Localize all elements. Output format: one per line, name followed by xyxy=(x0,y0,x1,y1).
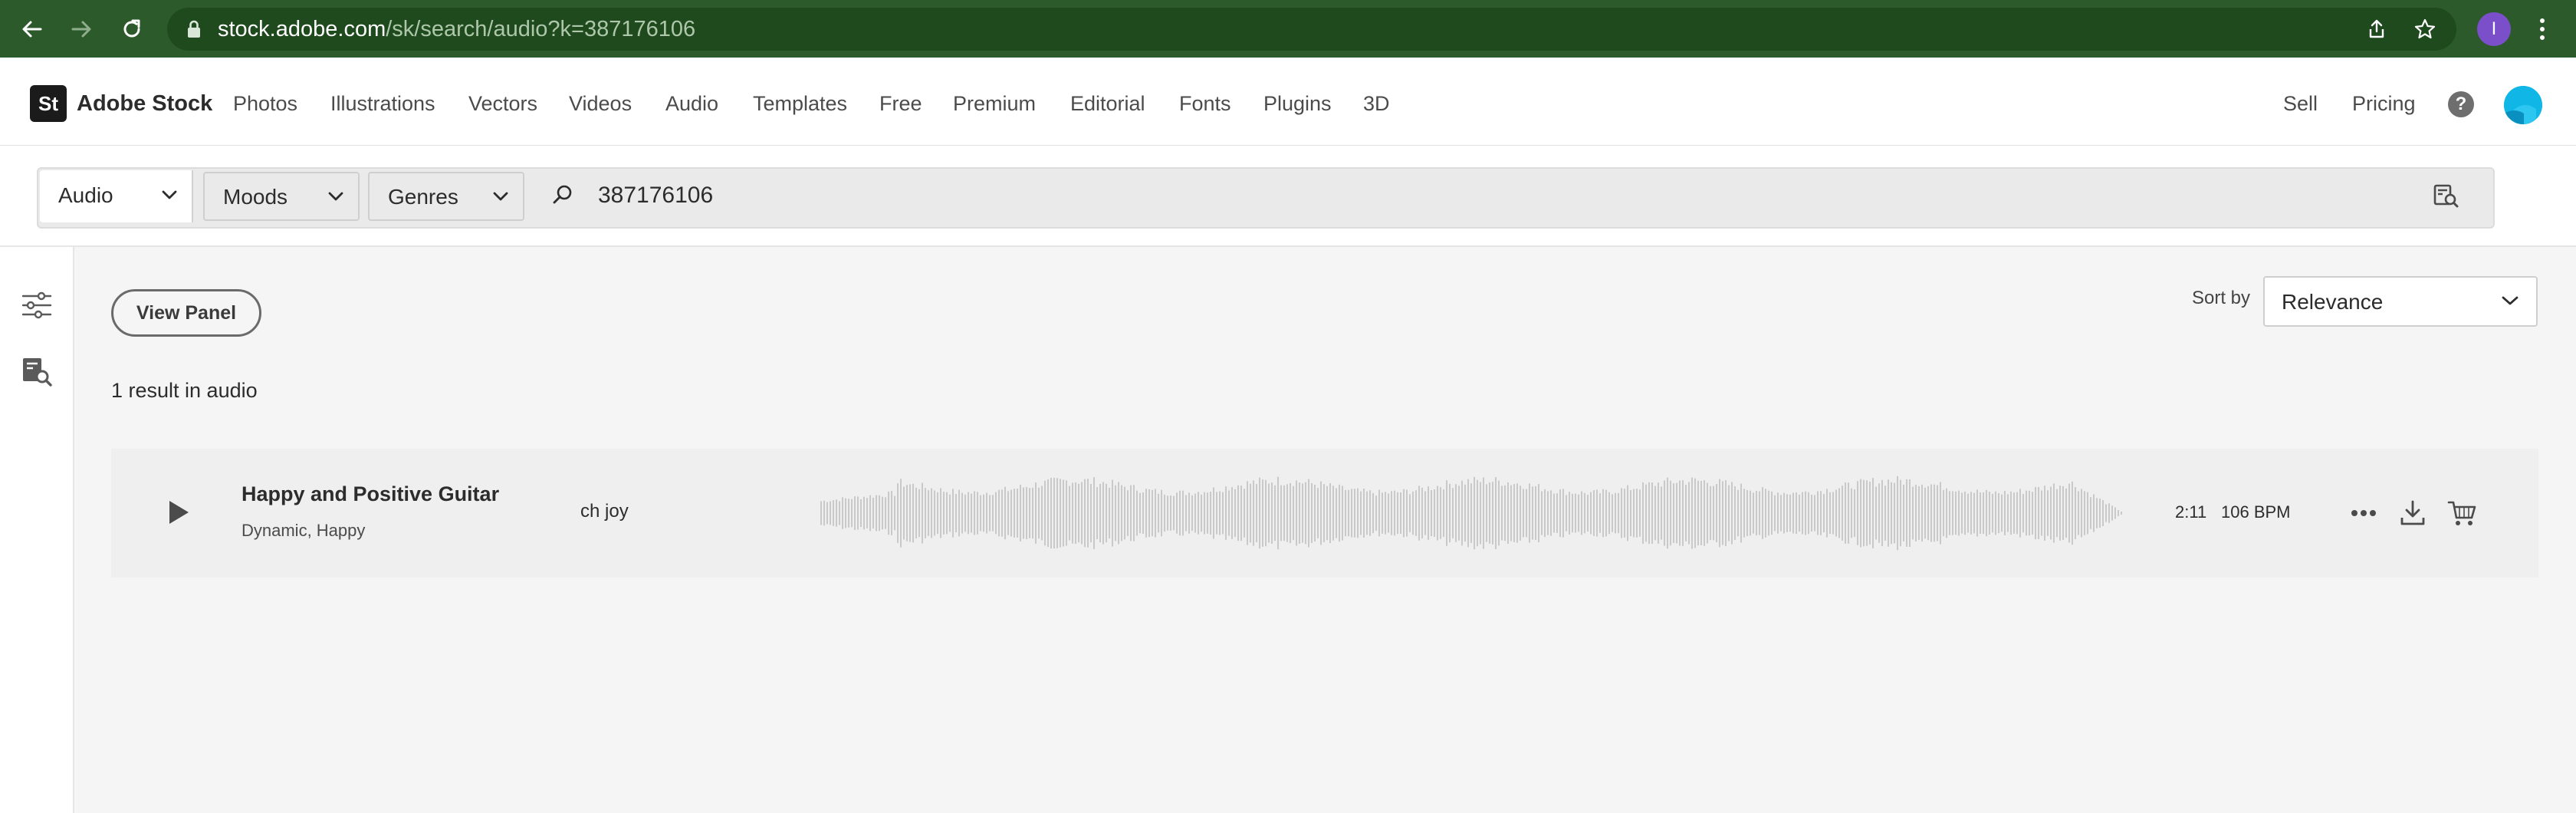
chevron-down-icon xyxy=(493,192,508,201)
result-count: 1 result in audio xyxy=(111,379,258,402)
arrow-left-icon xyxy=(22,21,42,38)
profile-avatar[interactable]: I xyxy=(2477,12,2511,46)
track-bpm: 106 BPM xyxy=(2221,502,2291,522)
nav-videos[interactable]: Videos xyxy=(569,88,632,119)
url-text: stock.adobe.com/sk/search/audio?k=387176… xyxy=(218,17,695,41)
more-options-button[interactable] xyxy=(2344,493,2384,533)
waveform[interactable] xyxy=(820,472,2123,555)
chevron-down-icon xyxy=(328,192,343,201)
play-icon[interactable] xyxy=(166,499,191,526)
logo-text[interactable]: Adobe Stock xyxy=(77,88,212,119)
cart-icon xyxy=(2447,501,2476,525)
nav-templates[interactable]: Templates xyxy=(753,88,847,119)
track-title[interactable]: Happy and Positive Guitar xyxy=(242,482,499,506)
track-tags: Dynamic, Happy xyxy=(242,521,366,540)
chevron-down-icon xyxy=(2502,296,2518,305)
add-to-cart-button[interactable] xyxy=(2442,493,2482,533)
genres-dropdown[interactable]: Genres xyxy=(368,172,524,221)
nav-audio[interactable]: Audio xyxy=(665,88,718,119)
chevron-down-icon xyxy=(162,190,177,199)
nav-editorial[interactable]: Editorial xyxy=(1070,88,1145,119)
nav-vectors[interactable]: Vectors xyxy=(468,88,537,119)
filter-sliders-icon[interactable] xyxy=(21,291,52,319)
search-area: Audio Moods Genres 387176106 xyxy=(0,146,2576,247)
search-bar: Audio Moods Genres 387176106 xyxy=(37,167,2495,229)
reload-button[interactable] xyxy=(112,9,152,49)
account-avatar[interactable] xyxy=(2504,86,2542,124)
sell-link[interactable]: Sell xyxy=(2283,88,2318,119)
pricing-link[interactable]: Pricing xyxy=(2352,88,2416,119)
kebab-menu-icon[interactable] xyxy=(2538,17,2547,41)
search-input[interactable]: 387176106 xyxy=(598,183,713,209)
reload-icon xyxy=(123,19,140,38)
sort-dropdown[interactable]: Relevance xyxy=(2263,276,2538,327)
nav-plugins[interactable]: Plugins xyxy=(1263,88,1332,119)
visual-search-icon[interactable] xyxy=(2432,183,2459,210)
nav-free[interactable]: Free xyxy=(879,88,922,119)
track-duration: 2:11 xyxy=(2175,502,2207,522)
share-icon[interactable] xyxy=(2366,18,2387,40)
moods-dropdown[interactable]: Moods xyxy=(203,172,360,221)
download-icon xyxy=(2400,500,2425,525)
more-icon xyxy=(2351,510,2376,516)
nav-illustrations[interactable]: Illustrations xyxy=(330,88,435,119)
address-bar[interactable]: stock.adobe.com/sk/search/audio?k=387176… xyxy=(167,8,2456,51)
download-button[interactable] xyxy=(2393,493,2433,533)
url-path: /sk/search/audio?k=387176106 xyxy=(386,17,696,41)
audio-result-row[interactable]: Happy and Positive Guitar Dynamic, Happy… xyxy=(111,449,2538,578)
star-icon[interactable] xyxy=(2413,18,2436,41)
nav-fonts[interactable]: Fonts xyxy=(1179,88,1231,119)
category-dropdown-label: Audio xyxy=(58,183,113,207)
search-icon xyxy=(553,185,572,204)
moods-dropdown-label: Moods xyxy=(223,185,288,209)
sort-value: Relevance xyxy=(2282,290,2384,314)
site-header: St Adobe Stock Photos Illustrations Vect… xyxy=(0,58,2576,146)
nav-3d[interactable]: 3D xyxy=(1363,88,1390,119)
genres-dropdown-label: Genres xyxy=(388,185,458,209)
back-button[interactable] xyxy=(12,9,52,49)
left-rail xyxy=(0,247,74,813)
help-icon[interactable]: ? xyxy=(2448,91,2474,117)
sort-label: Sort by xyxy=(2192,288,2251,308)
visual-search-icon[interactable] xyxy=(21,356,53,388)
lock-icon xyxy=(188,20,200,38)
track-artist[interactable]: ch joy xyxy=(580,501,629,522)
url-host: stock.adobe.com xyxy=(218,17,386,41)
forward-button[interactable] xyxy=(61,9,101,49)
arrow-right-icon xyxy=(71,21,91,38)
nav-premium[interactable]: Premium xyxy=(953,88,1036,119)
avatar-graphic xyxy=(2504,86,2542,124)
adobe-stock-logo[interactable]: St xyxy=(30,85,67,122)
category-dropdown[interactable]: Audio xyxy=(40,170,193,222)
nav-photos[interactable]: Photos xyxy=(233,88,297,119)
browser-toolbar: stock.adobe.com/sk/search/audio?k=387176… xyxy=(0,0,2576,58)
view-panel-button[interactable]: View Panel xyxy=(111,289,261,337)
